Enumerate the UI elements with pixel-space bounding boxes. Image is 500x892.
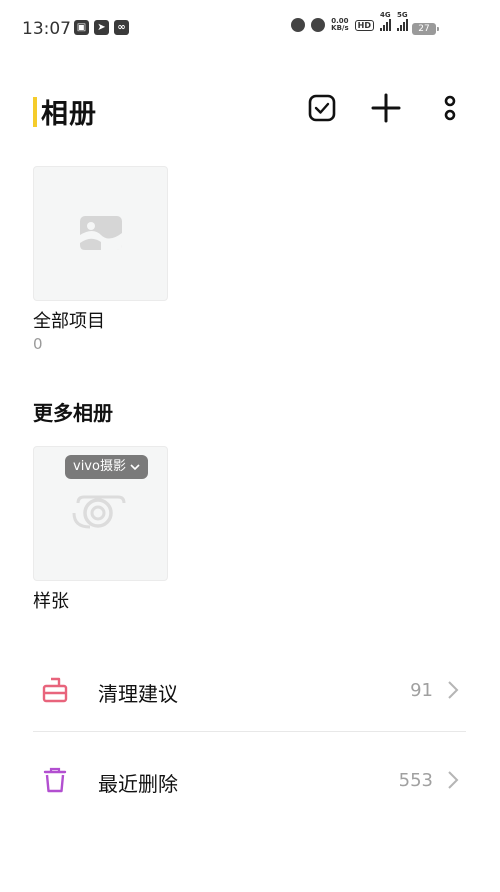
chevron-right-icon <box>448 681 459 699</box>
alarm-icon <box>291 18 306 32</box>
page-title: 相册 <box>41 99 97 130</box>
hd-icon: HD <box>354 19 374 31</box>
status-bar: 13:07 ▣ ➤ ∞ 0.00 KB/s HD 4G 5G 27 <box>0 0 500 58</box>
row-count: 91 <box>410 680 433 701</box>
app-notification-icon: ▣ <box>74 20 89 35</box>
row-label: 清理建议 <box>98 682 178 706</box>
album-name: 全部项目 <box>33 311 105 332</box>
cleanup-suggestions-row[interactable]: 清理建议 91 <box>33 646 466 734</box>
chevron-down-icon <box>130 464 140 471</box>
add-album-button[interactable] <box>368 90 404 126</box>
row-count: 553 <box>398 770 433 791</box>
signal-4g: 4G <box>380 12 391 31</box>
album-all-items-thumb[interactable] <box>33 166 168 301</box>
link-notification-icon: ∞ <box>114 20 129 35</box>
status-time: 13:07 <box>22 19 71 39</box>
vivo-photo-badge: vivo摄影 <box>65 455 148 479</box>
signal-5g: 5G <box>397 12 408 31</box>
album-count: 0 <box>33 335 43 353</box>
select-button[interactable] <box>304 90 340 126</box>
send-notification-icon: ➤ <box>94 20 109 35</box>
select-icon <box>308 94 336 122</box>
album-name: 样张 <box>33 591 69 612</box>
broom-icon <box>42 677 68 703</box>
notification-icons: ▣ ➤ ∞ <box>74 20 129 35</box>
list-divider <box>33 731 466 732</box>
section-title-more-albums: 更多相册 <box>33 401 113 425</box>
image-placeholder-icon <box>80 216 122 250</box>
net-speed: 0.00 KB/s <box>331 17 349 32</box>
more-options-button[interactable] <box>432 90 468 126</box>
mute-icon <box>311 18 326 32</box>
trash-icon <box>43 767 67 793</box>
add-icon <box>371 93 401 123</box>
chevron-right-icon <box>448 771 459 789</box>
title-accent-bar <box>33 96 37 127</box>
row-label: 最近删除 <box>98 772 178 796</box>
page-header: 相册 <box>33 92 97 131</box>
more-icon <box>444 95 456 121</box>
battery-indicator: 27 <box>412 23 439 35</box>
camera-logo-icon <box>72 495 126 529</box>
recently-deleted-row[interactable]: 最近删除 553 <box>33 736 466 824</box>
album-sample-thumb[interactable]: vivo摄影 <box>33 446 168 581</box>
